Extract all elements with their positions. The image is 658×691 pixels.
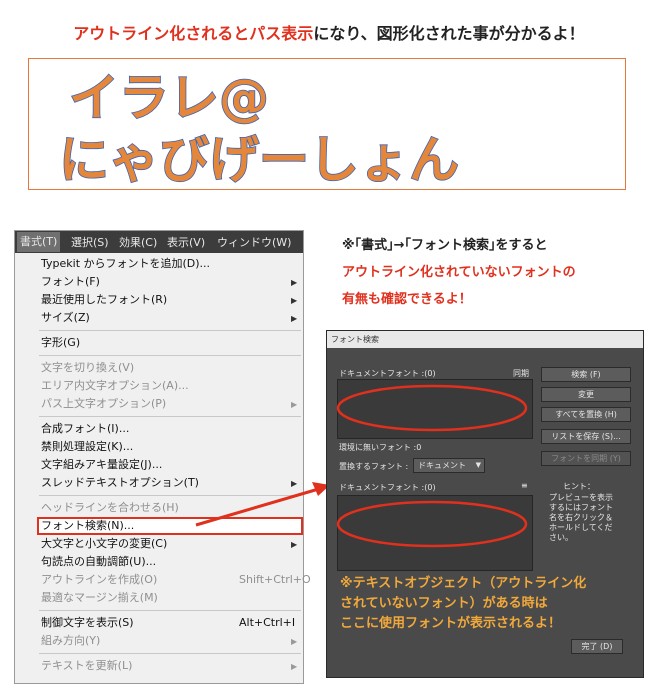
- ellipse-doc-fonts: [336, 384, 528, 432]
- dialog-note-line-1: ※テキストオブジェクト（アウトライン化: [340, 576, 587, 591]
- ellipse-replacement-fonts: [336, 500, 528, 548]
- dialog-note: ※テキストオブジェクト（アウトライン化 されていないフォント）がある時は ここに…: [340, 574, 586, 634]
- dialog-note-line-2: されていないフォント）がある時は: [340, 596, 548, 611]
- dialog-note-line-3: ここに使用フォントが表示されるよ！: [340, 616, 562, 631]
